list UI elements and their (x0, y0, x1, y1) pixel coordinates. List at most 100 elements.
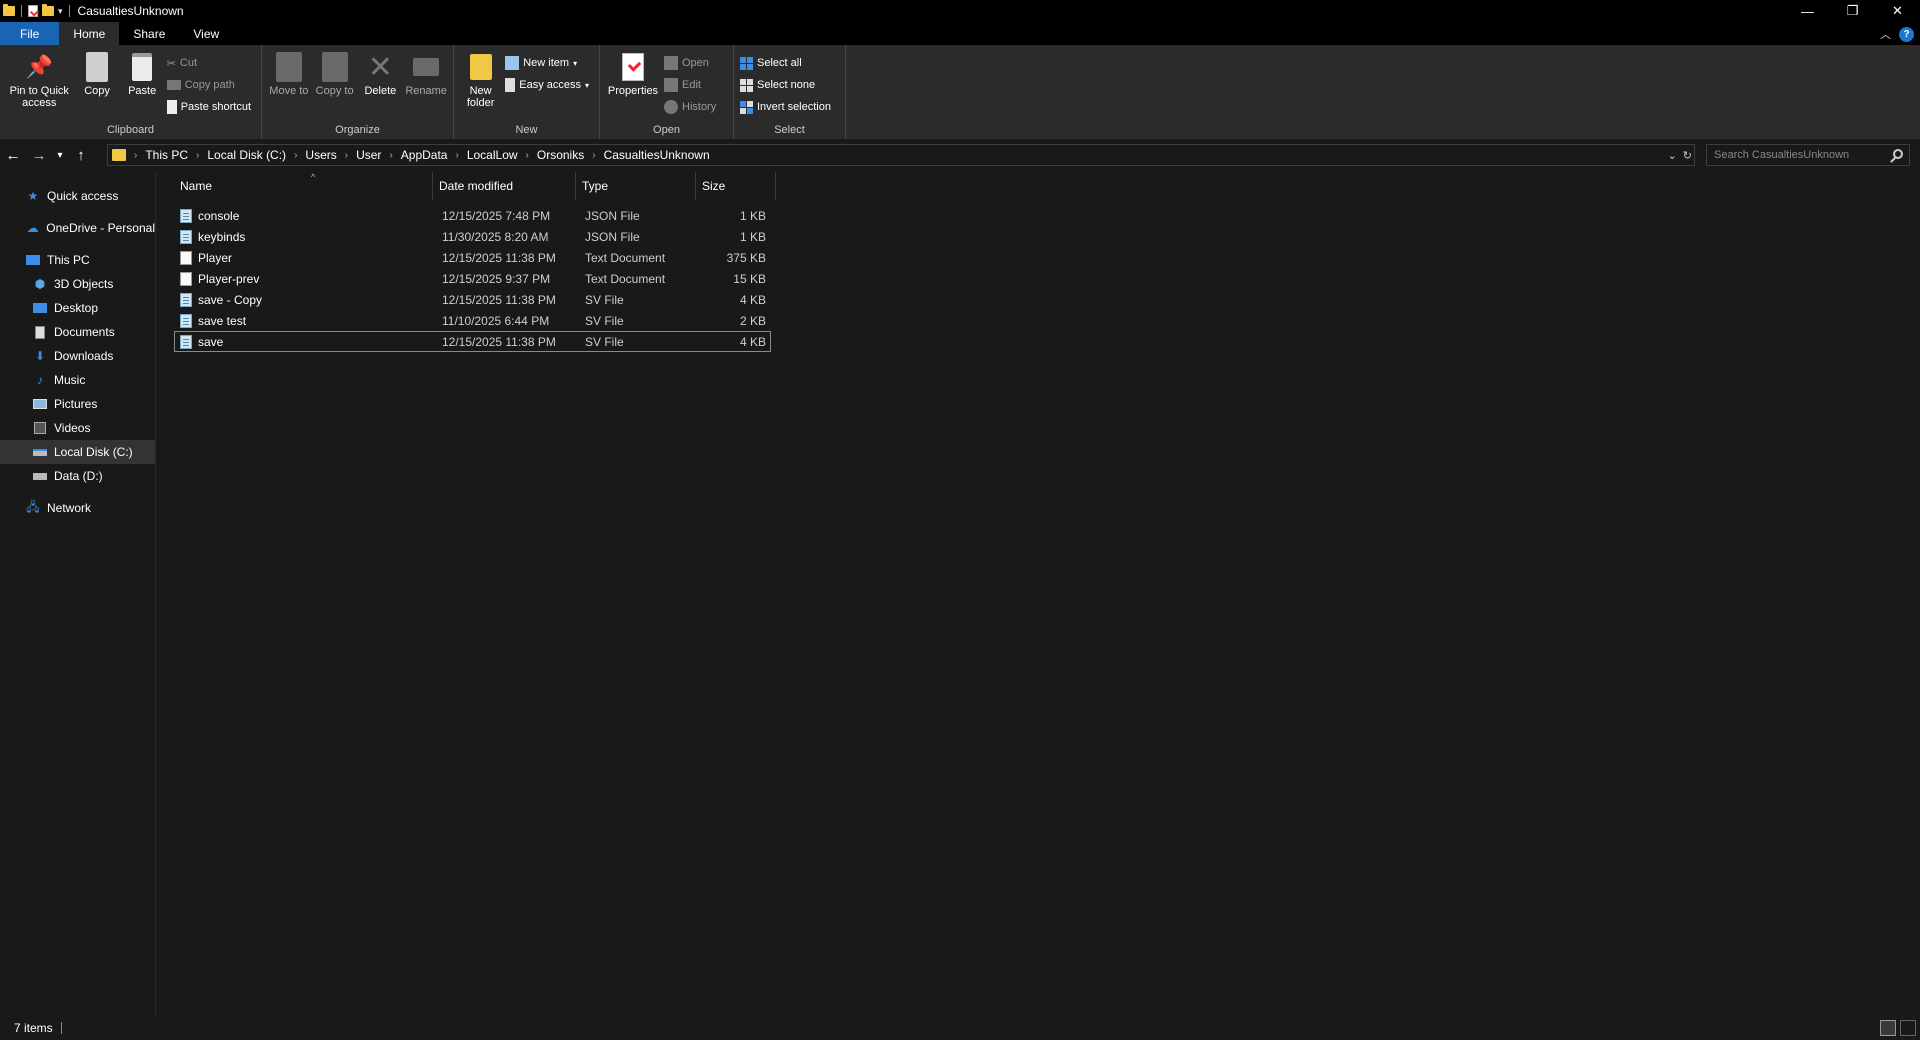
paste-shortcut-icon (166, 100, 177, 114)
easy-access-button[interactable]: Easy access ▾ (505, 74, 593, 96)
table-row[interactable]: Player 12/15/2025 11:38 PM Text Document… (174, 247, 771, 268)
nav-item-this-pc[interactable]: This PC (0, 248, 155, 272)
nav-item-local-disk[interactable]: Local Disk (C:) (0, 440, 155, 464)
address-bar[interactable]: › This PC › Local Disk (C:) › Users › Us… (107, 144, 1695, 166)
column-header-name[interactable]: Name ^ (174, 172, 433, 200)
breadcrumb-orsoniks[interactable]: Orsoniks (533, 148, 588, 162)
open-button[interactable]: Open (664, 52, 720, 74)
tab-home[interactable]: Home (59, 22, 120, 45)
search-icon[interactable] (1893, 149, 1903, 159)
chevron-right-icon[interactable]: › (451, 150, 462, 161)
column-header-size[interactable]: Size (696, 172, 776, 200)
tab-view[interactable]: View (179, 22, 233, 45)
easy-access-icon (505, 78, 516, 92)
search-input[interactable] (1714, 149, 1884, 161)
delete-label: Delete (364, 85, 397, 97)
nav-item-onedrive[interactable]: ☁ OneDrive - Personal (0, 216, 155, 240)
nav-item-music[interactable]: ♪ Music (0, 368, 155, 392)
address-history-chevron-icon[interactable]: ⌄ (1668, 149, 1677, 162)
nav-item-desktop[interactable]: Desktop (0, 296, 155, 320)
open-label: Open (682, 57, 709, 69)
address-row: ← → ▾ ↑ › This PC › Local Disk (C:) › Us… (0, 142, 1920, 168)
breadcrumb-user[interactable]: User (352, 148, 385, 162)
copy-path-button[interactable]: Copy path (166, 74, 255, 96)
clipboard-group: 📌 Pin to Quick access Copy Paste ✂ Cut Co… (0, 45, 262, 139)
text-file-icon (180, 250, 192, 265)
breadcrumb-locallow[interactable]: LocalLow (463, 148, 522, 162)
folder-icon[interactable] (3, 4, 15, 16)
nav-item-data-d[interactable]: Data (D:) (0, 464, 155, 488)
table-row[interactable]: console 12/15/2025 7:48 PM JSON File 1 K… (174, 205, 771, 226)
collapse-ribbon-icon[interactable]: ︿ (1880, 26, 1891, 42)
arrow-right-icon: → (31, 146, 47, 164)
chevron-right-icon[interactable]: › (130, 150, 141, 161)
invert-selection-icon (740, 100, 753, 114)
picture-icon (32, 397, 48, 411)
customize-toolbar-icon[interactable]: ▾ (58, 6, 63, 17)
chevron-right-icon[interactable]: › (522, 150, 533, 161)
breadcrumb-appdata[interactable]: AppData (397, 148, 452, 162)
breadcrumb-this-pc[interactable]: This PC (141, 148, 192, 162)
desktop-icon (32, 301, 48, 315)
paste-shortcut-button[interactable]: Paste shortcut (166, 96, 255, 118)
cut-button[interactable]: ✂ Cut (167, 52, 255, 74)
chevron-right-icon[interactable]: › (588, 150, 599, 161)
select-all-button[interactable]: Select all (740, 52, 835, 74)
properties-icon[interactable] (28, 5, 38, 17)
minimize-button[interactable]: — (1785, 0, 1830, 22)
table-row[interactable]: save test 11/10/2025 6:44 PM SV File 2 K… (174, 310, 771, 331)
nav-item-quick-access[interactable]: ★ Quick access (0, 184, 155, 208)
delete-icon: ✕ (367, 50, 393, 84)
select-none-button[interactable]: Select none (740, 74, 835, 96)
file-date: 12/15/2025 9:37 PM (442, 271, 551, 286)
large-icons-view-icon[interactable] (1900, 1020, 1916, 1036)
new-folder-icon[interactable] (42, 4, 54, 16)
file-size: 4 KB (739, 334, 766, 349)
restore-button[interactable]: ❐ (1830, 0, 1875, 22)
refresh-icon[interactable]: ↻ (1683, 149, 1692, 162)
breadcrumb-users[interactable]: Users (301, 148, 340, 162)
nav-item-network[interactable]: 🖧 Network (0, 496, 155, 520)
table-row-focused[interactable]: save 12/15/2025 11:38 PM SV File 4 KB (174, 331, 771, 352)
recent-locations-button[interactable]: ▾ (52, 143, 68, 167)
select-none-label: Select none (757, 79, 816, 91)
file-date: 12/15/2025 7:48 PM (442, 208, 551, 223)
open-group: Properties Open Edit History Open (600, 45, 734, 139)
nav-item-pictures[interactable]: Pictures (0, 392, 155, 416)
copy-label: Copy (84, 85, 110, 97)
tab-share[interactable]: Share (119, 22, 179, 45)
chevron-right-icon[interactable]: › (341, 150, 352, 161)
breadcrumb-local-disk[interactable]: Local Disk (C:) (203, 148, 290, 162)
help-icon[interactable]: ? (1899, 26, 1914, 42)
column-header-date[interactable]: Date modified (433, 172, 576, 200)
nav-item-videos[interactable]: Videos (0, 416, 155, 440)
history-button[interactable]: History (664, 96, 720, 118)
nav-label: OneDrive - Personal (46, 221, 155, 235)
nav-item-documents[interactable]: Documents (0, 320, 155, 344)
invert-selection-button[interactable]: Invert selection (740, 96, 835, 118)
new-item-button[interactable]: New item ▾ (505, 52, 593, 74)
nav-item-downloads[interactable]: ⬇ Downloads (0, 344, 155, 368)
back-button[interactable]: ← (0, 143, 26, 167)
chevron-right-icon[interactable]: › (385, 150, 396, 161)
file-type: SV File (585, 292, 624, 307)
table-row[interactable]: keybinds 11/30/2025 8:20 AM JSON File 1 … (174, 226, 771, 247)
edit-button[interactable]: Edit (664, 74, 720, 96)
file-size: 2 KB (739, 313, 766, 328)
close-button[interactable]: ✕ (1875, 0, 1920, 22)
details-view-icon[interactable] (1880, 1020, 1896, 1036)
up-button[interactable]: ↑ (68, 143, 94, 167)
divider (68, 5, 70, 17)
table-row[interactable]: save - Copy 12/15/2025 11:38 PM SV File … (174, 289, 771, 310)
table-row[interactable]: Player-prev 12/15/2025 9:37 PM Text Docu… (174, 268, 771, 289)
arrow-left-icon: ← (5, 146, 21, 164)
chevron-right-icon[interactable]: › (290, 150, 301, 161)
column-header-type[interactable]: Type (576, 172, 696, 200)
tab-file[interactable]: File (0, 22, 60, 45)
forward-button[interactable]: → (26, 143, 52, 167)
file-size: 4 KB (739, 292, 766, 307)
chevron-right-icon[interactable]: › (192, 150, 203, 161)
select-all-icon (740, 56, 753, 70)
breadcrumb-casualtiesunknown[interactable]: CasualtiesUnknown (600, 148, 714, 162)
nav-item-3d-objects[interactable]: ⬢ 3D Objects (0, 272, 155, 296)
